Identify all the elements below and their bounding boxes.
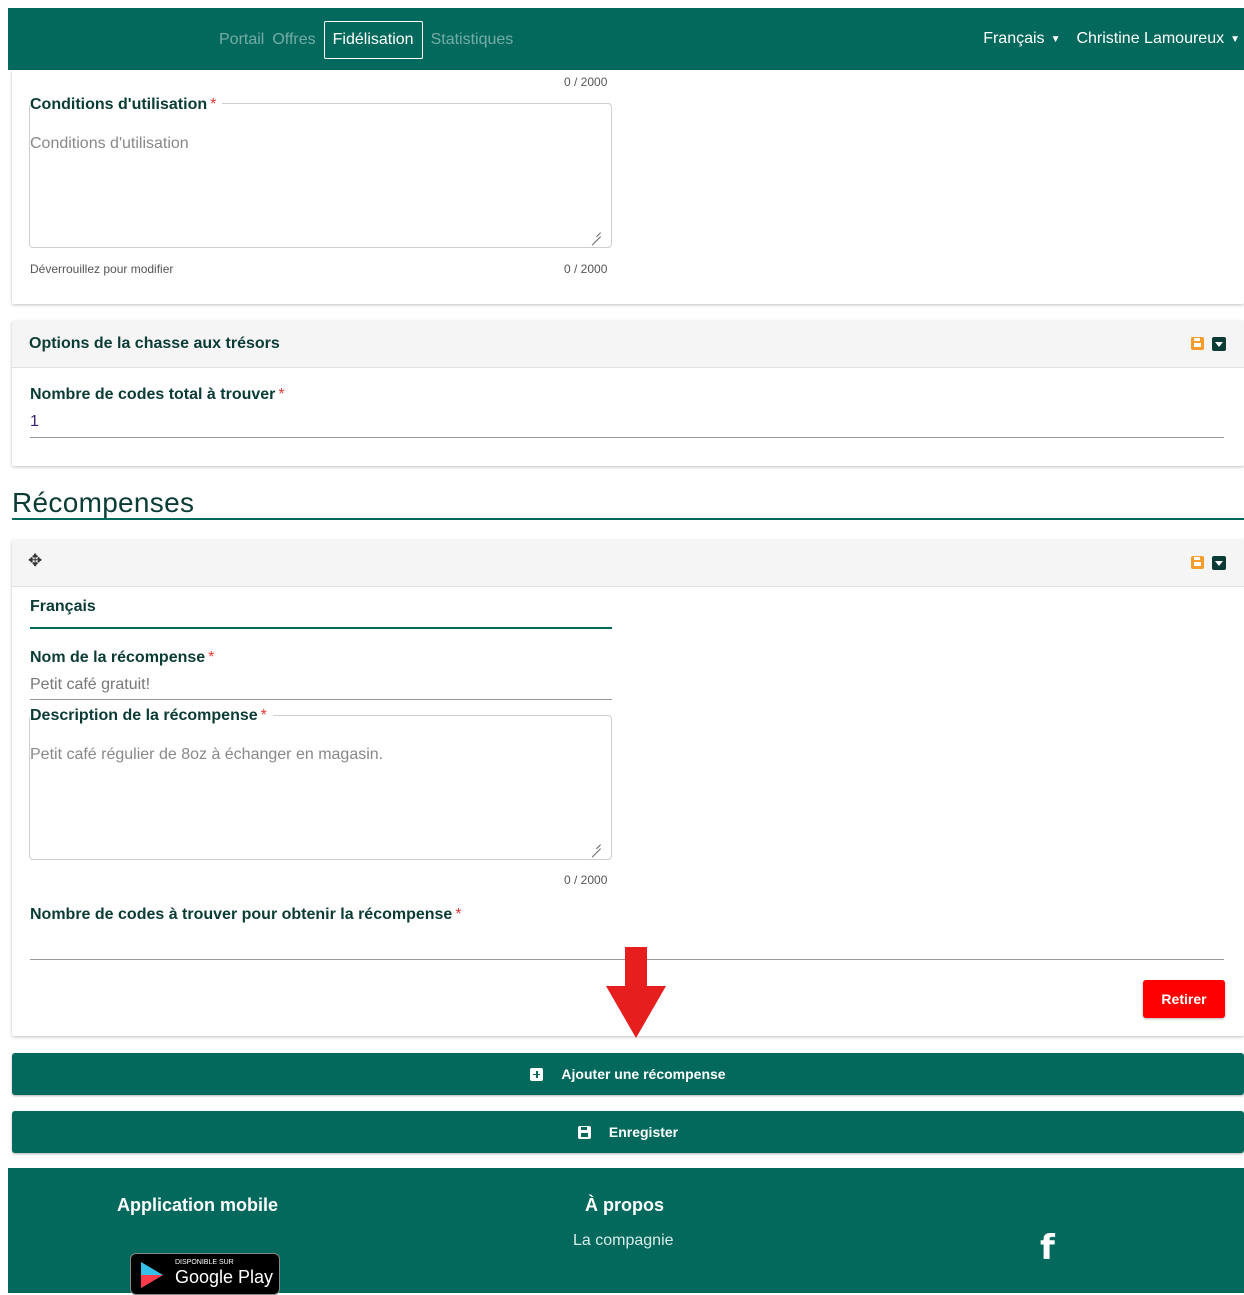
reward-description-value: Petit café régulier de 8oz à échanger en… — [30, 746, 384, 763]
chevron-down-icon: ▼ — [1050, 33, 1061, 45]
language-dropdown[interactable]: Français — [983, 30, 1044, 48]
mobile-app-title: Application mobile — [117, 1195, 279, 1215]
save-label: Enregister — [608, 1124, 679, 1140]
tab-offres[interactable]: Offres — [268, 24, 319, 56]
conditions-textarea[interactable]: Conditions d'utilisation — [29, 103, 612, 248]
total-codes-input[interactable]: 1 — [30, 411, 1224, 438]
reward-name-label: Nom de la récompense * — [30, 649, 221, 667]
save-button[interactable]: Enregister — [12, 1111, 1244, 1153]
footer: Application mobile DISPONIBLE SUR Google… — [8, 1168, 1244, 1295]
total-codes-value: 1 — [30, 413, 39, 430]
save-icon[interactable] — [1191, 337, 1204, 350]
header-icons — [1191, 556, 1226, 570]
card-header: ✥ — [12, 540, 1244, 587]
char-counter: 0 / 2000 — [564, 873, 608, 887]
about-title: À propos — [585, 1195, 664, 1215]
reward-name-input[interactable]: Petit café gratuit! — [30, 674, 612, 700]
google-play-badge[interactable]: DISPONIBLE SUR Google Play — [130, 1253, 280, 1295]
nav-right: Français ▼ Christine Lamoureux ▼ — [983, 30, 1244, 48]
rewards-section-title: Récompenses — [12, 487, 195, 518]
resize-handle-icon[interactable] — [591, 839, 601, 849]
remove-reward-button[interactable]: Retirer — [1143, 980, 1225, 1018]
char-counter: 0 / 2000 — [564, 262, 608, 276]
save-icon — [577, 1125, 591, 1139]
language-tab[interactable]: Français — [30, 598, 96, 616]
facebook-icon[interactable]: f — [1040, 1228, 1055, 1268]
footer-link-company[interactable]: La compagnie — [573, 1232, 674, 1250]
add-reward-button[interactable]: Ajouter une récompense — [12, 1053, 1244, 1095]
tab-portail[interactable]: Portail — [215, 24, 268, 56]
collapse-icon[interactable] — [1212, 337, 1226, 351]
gplay-caption: DISPONIBLE SUR — [175, 1259, 234, 1266]
treasure-options-card: Options de la chasse aux trésors Nombre … — [12, 321, 1244, 466]
move-icon[interactable]: ✥ — [28, 551, 42, 571]
collapse-icon[interactable] — [1212, 556, 1226, 570]
section-divider — [12, 518, 1244, 520]
annotation-arrow-icon — [625, 947, 647, 987]
conditions-placeholder: Conditions d'utilisation — [30, 135, 189, 152]
save-icon[interactable] — [1191, 556, 1204, 569]
google-play-icon-part — [141, 1275, 163, 1288]
annotation-arrow-head — [606, 986, 666, 1038]
language-tab-underline — [30, 627, 612, 629]
card-header: Options de la chasse aux trésors — [12, 321, 1244, 368]
card-title: Options de la chasse aux trésors — [29, 335, 280, 352]
reward-codes-label: Nombre de codes à trouver pour obtenir l… — [30, 906, 468, 924]
plus-square-icon — [530, 1067, 544, 1081]
gplay-name: Google Play — [175, 1267, 274, 1287]
nav-tabs: Portail Offres Fidélisation Statistiques — [215, 21, 517, 59]
add-reward-label: Ajouter une récompense — [561, 1066, 726, 1082]
chevron-down-icon: ▼ — [1230, 33, 1240, 45]
conditions-label: Conditions d'utilisation * — [30, 96, 223, 114]
tab-statistiques[interactable]: Statistiques — [427, 24, 518, 56]
user-menu[interactable]: Christine Lamoureux — [1076, 30, 1224, 48]
conditions-card: 0 / 2000 Conditions d'utilisation Condit… — [12, 70, 1244, 304]
tab-fidelisation[interactable]: Fidélisation — [323, 21, 423, 59]
reward-name-value: Petit café gratuit! — [30, 676, 151, 693]
reward-description-textarea[interactable]: Petit café régulier de 8oz à échanger en… — [29, 715, 612, 860]
total-codes-label: Nombre de codes total à trouver * — [30, 386, 291, 404]
top-navbar: Portail Offres Fidélisation Statistiques… — [8, 8, 1244, 70]
header-icons — [1191, 337, 1226, 351]
unlock-hint: Déverrouillez pour modifier — [30, 262, 174, 276]
char-counter: 0 / 2000 — [564, 75, 608, 89]
resize-handle-icon[interactable] — [591, 227, 601, 237]
reward-description-label: Description de la récompense * — [30, 707, 273, 725]
